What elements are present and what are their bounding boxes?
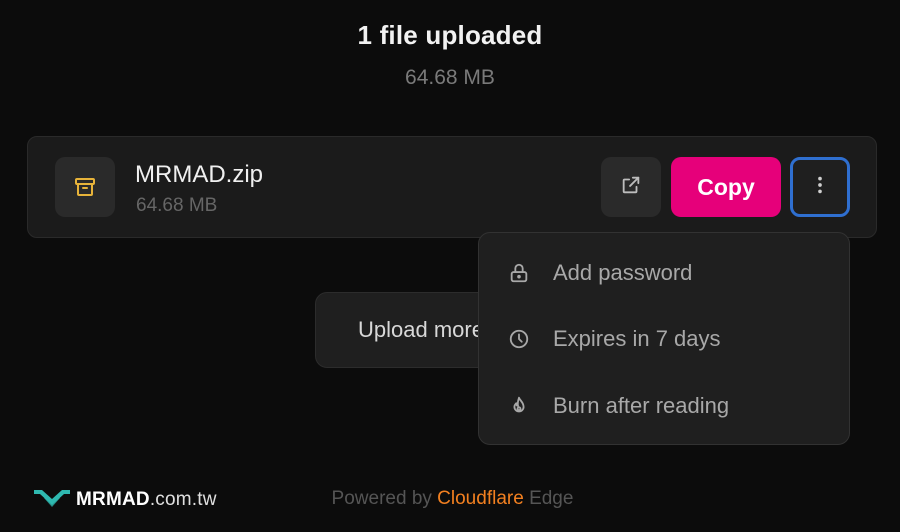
menu-item-label: Burn after reading <box>553 393 730 418</box>
menu-item-label: Expires in 7 days <box>553 326 721 351</box>
footer-cloudflare-link[interactable]: Cloudflare <box>437 488 524 509</box>
file-size: 64.68 MB <box>136 195 218 216</box>
flame-icon <box>507 394 531 418</box>
file-name: MRMAD.zip <box>135 161 264 188</box>
open-link-button[interactable] <box>601 157 661 217</box>
file-card: MRMAD.zip 64.68 MB Copy <box>27 136 877 238</box>
footer-suffix: Edge <box>529 488 574 509</box>
menu-item-add-password[interactable]: Add password <box>479 243 849 303</box>
menu-item-label: Add password <box>553 260 693 285</box>
more-options-button[interactable] <box>790 157 850 217</box>
lock-icon <box>507 261 531 285</box>
footer-prefix: Powered by <box>331 488 432 509</box>
more-vertical-icon <box>809 174 831 201</box>
total-size: 64.68 MB <box>405 66 495 89</box>
copy-button[interactable]: Copy <box>671 157 781 217</box>
upload-complete-page: 1 file uploaded 64.68 MB MRMAD.zip 64.68… <box>0 0 900 532</box>
external-link-icon <box>620 174 642 201</box>
clock-icon <box>507 327 531 351</box>
page-title: 1 file uploaded <box>357 20 543 50</box>
menu-item-burn-after-reading[interactable]: Burn after reading <box>479 376 849 436</box>
footer-powered-by: Powered by Cloudflare Edge <box>0 488 900 510</box>
options-menu: Add password Expires in 7 days Burn afte… <box>478 232 850 445</box>
archive-icon <box>55 157 115 217</box>
menu-item-expires[interactable]: Expires in 7 days <box>479 309 849 369</box>
